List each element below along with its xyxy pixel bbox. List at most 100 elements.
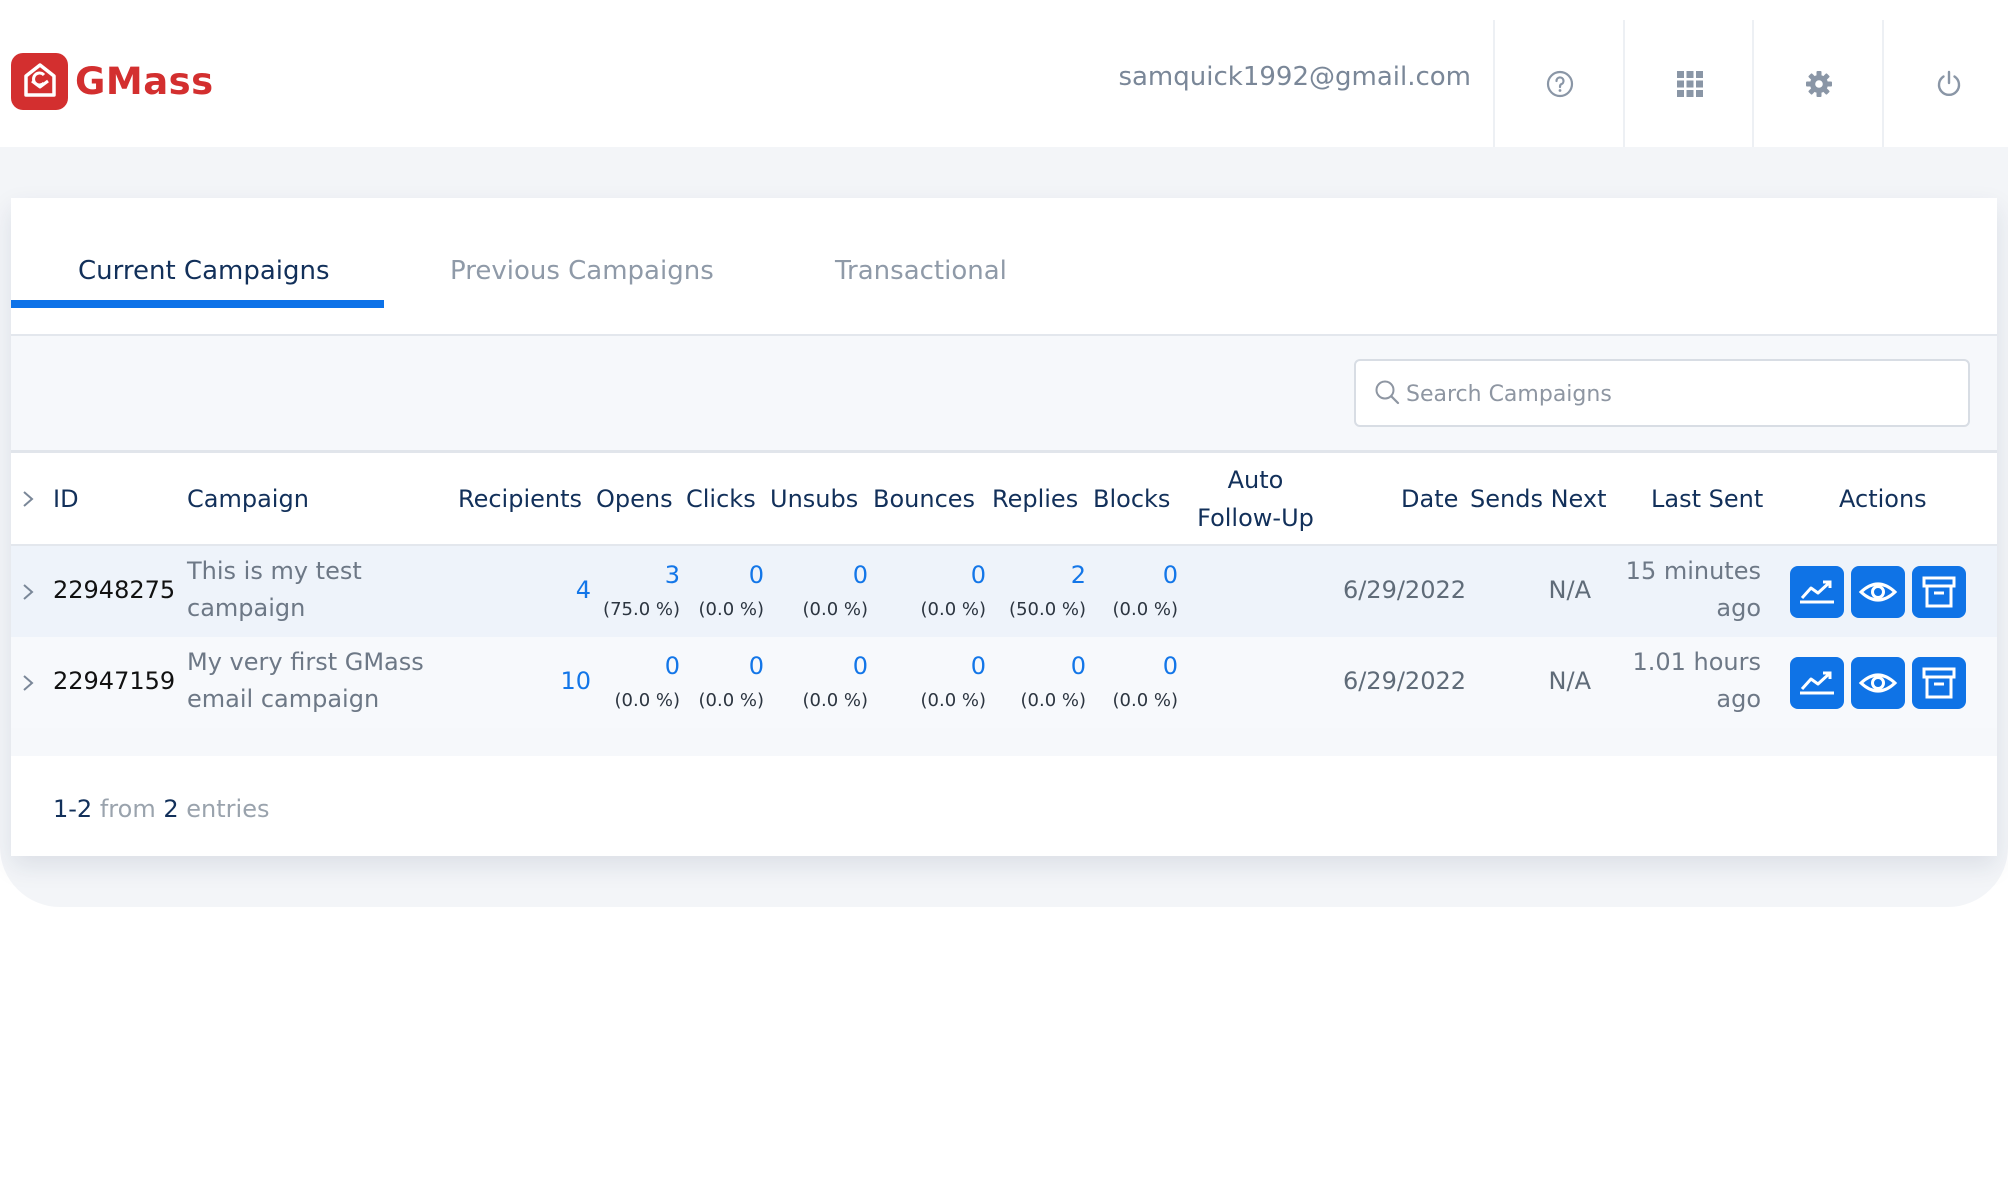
clicks-pct: (0.0 %) — [698, 599, 765, 620]
col-clicks[interactable]: Clicks — [686, 485, 756, 513]
expand-all-chevron-icon[interactable] — [21, 489, 35, 509]
campaign-name-line2: campaign — [187, 594, 306, 622]
tab-transactional[interactable]: Transactional — [835, 256, 1007, 286]
col-date[interactable]: Date — [1401, 485, 1458, 513]
pagination-entries: entries — [186, 795, 270, 823]
tab-current-campaigns[interactable]: Current Campaigns — [78, 256, 330, 286]
pagination-total: 2 — [163, 795, 179, 823]
col-recipients[interactable]: Recipients — [458, 485, 582, 513]
archive-icon — [1922, 576, 1956, 608]
bounces-count[interactable]: 0 — [971, 561, 986, 589]
bounces-count[interactable]: 0 — [971, 652, 986, 680]
recipients-count[interactable]: 4 — [576, 576, 591, 604]
col-sends-next[interactable]: Sends Next — [1470, 485, 1607, 513]
archive-icon — [1922, 667, 1956, 699]
app-name: GMass — [75, 59, 214, 103]
campaign-name-line2: email campaign — [187, 685, 380, 713]
bounces-pct: (0.0 %) — [920, 690, 987, 711]
stats-chart-icon — [1800, 671, 1834, 695]
view-stats-button[interactable] — [1790, 657, 1844, 709]
view-stats-button[interactable] — [1790, 566, 1844, 618]
opens-count[interactable]: 0 — [665, 652, 680, 680]
logout-button[interactable] — [1882, 20, 2008, 147]
pagination-range: 1-2 — [53, 795, 93, 823]
col-opens[interactable]: Opens — [596, 485, 673, 513]
unsubs-pct: (0.0 %) — [802, 690, 869, 711]
top-header: GMass samquick1992@gmail.com — [0, 0, 2008, 147]
clicks-count[interactable]: 0 — [749, 561, 764, 589]
clicks-count[interactable]: 0 — [749, 652, 764, 680]
sends-next: N/A — [1548, 576, 1591, 604]
last-sent-line2: ago — [1716, 594, 1761, 622]
blocks-pct: (0.0 %) — [1112, 690, 1179, 711]
blocks-pct: (0.0 %) — [1112, 599, 1179, 620]
archive-button[interactable] — [1912, 657, 1966, 709]
col-blocks[interactable]: Blocks — [1093, 485, 1170, 513]
campaign-name-line1: My very first GMass — [187, 648, 424, 676]
bounces-pct: (0.0 %) — [920, 599, 987, 620]
sends-next: N/A — [1548, 667, 1591, 695]
active-tab-indicator — [11, 300, 384, 308]
view-eye-icon — [1858, 582, 1898, 602]
apps-button[interactable] — [1623, 20, 1754, 147]
opens-pct: (0.0 %) — [614, 690, 681, 711]
col-actions: Actions — [1839, 485, 1927, 513]
replies-pct: (0.0 %) — [1020, 690, 1087, 711]
last-sent-line1: 1.01 hours — [1632, 648, 1761, 676]
preview-button[interactable] — [1851, 657, 1905, 709]
col-bounces[interactable]: Bounces — [873, 485, 975, 513]
last-sent-line2: ago — [1716, 685, 1761, 713]
table-header: ID Campaign Recipients Opens Clicks Unsu… — [11, 453, 1997, 546]
tab-previous-campaigns[interactable]: Previous Campaigns — [450, 256, 714, 286]
campaign-id[interactable]: 22948275 — [53, 576, 175, 604]
gmass-logo[interactable]: GMass — [11, 52, 214, 110]
power-icon — [1937, 70, 1960, 96]
table-row[interactable]: 22948275 This is my test campaign 4 3 (7… — [11, 546, 1997, 637]
view-eye-icon — [1858, 673, 1898, 693]
campaigns-card: Current Campaigns Previous Campaigns Tra… — [11, 198, 1997, 856]
account-email: samquick1992@gmail.com — [1118, 62, 1471, 92]
last-sent-line1: 15 minutes — [1625, 557, 1761, 585]
col-campaign[interactable]: Campaign — [187, 485, 309, 513]
col-auto-followup-line2: Follow-Up — [1197, 504, 1314, 532]
content-area: Current Campaigns Previous Campaigns Tra… — [0, 147, 2008, 907]
preview-button[interactable] — [1851, 566, 1905, 618]
campaign-tabs: Current Campaigns Previous Campaigns Tra… — [11, 198, 1997, 336]
table-toolbar — [11, 336, 1997, 453]
col-last-sent[interactable]: Last Sent — [1651, 485, 1763, 513]
col-auto-followup[interactable]: Auto Follow-Up — [1183, 466, 1328, 532]
blocks-count[interactable]: 0 — [1163, 561, 1178, 589]
campaign-id[interactable]: 22947159 — [53, 667, 175, 695]
expand-row-chevron-icon[interactable] — [21, 673, 35, 693]
help-icon — [1546, 70, 1573, 97]
opens-count[interactable]: 3 — [665, 561, 680, 589]
col-unsubs[interactable]: Unsubs — [770, 485, 858, 513]
blocks-count[interactable]: 0 — [1163, 652, 1178, 680]
expand-row-chevron-icon[interactable] — [21, 582, 35, 602]
campaign-date: 6/29/2022 — [1342, 667, 1466, 695]
replies-count[interactable]: 2 — [1071, 561, 1086, 589]
pagination-summary: 1-2 from 2 entries — [53, 795, 269, 823]
search-icon — [1375, 380, 1400, 405]
campaign-date: 6/29/2022 — [1342, 576, 1466, 604]
search-input[interactable] — [1404, 361, 1948, 427]
campaign-name[interactable]: My very first GMass email campaign — [187, 644, 424, 718]
col-id[interactable]: ID — [53, 485, 79, 513]
col-auto-followup-line1: Auto — [1227, 466, 1284, 494]
unsubs-count[interactable]: 0 — [853, 561, 868, 589]
campaign-name[interactable]: This is my test campaign — [187, 553, 362, 627]
last-sent: 1.01 hours ago — [1632, 644, 1761, 718]
replies-pct: (50.0 %) — [1009, 599, 1086, 620]
search-box[interactable] — [1354, 359, 1970, 427]
help-button[interactable] — [1493, 20, 1624, 147]
unsubs-count[interactable]: 0 — [853, 652, 868, 680]
replies-count[interactable]: 0 — [1071, 652, 1086, 680]
col-replies[interactable]: Replies — [992, 485, 1078, 513]
pagination-from: from — [99, 795, 156, 823]
settings-button[interactable] — [1752, 20, 1883, 147]
last-sent: 15 minutes ago — [1626, 553, 1761, 627]
campaign-name-line1: This is my test — [187, 557, 362, 585]
archive-button[interactable] — [1912, 566, 1966, 618]
recipients-count[interactable]: 10 — [560, 667, 591, 695]
table-row[interactable]: 22947159 My very first GMass email campa… — [11, 637, 1997, 728]
